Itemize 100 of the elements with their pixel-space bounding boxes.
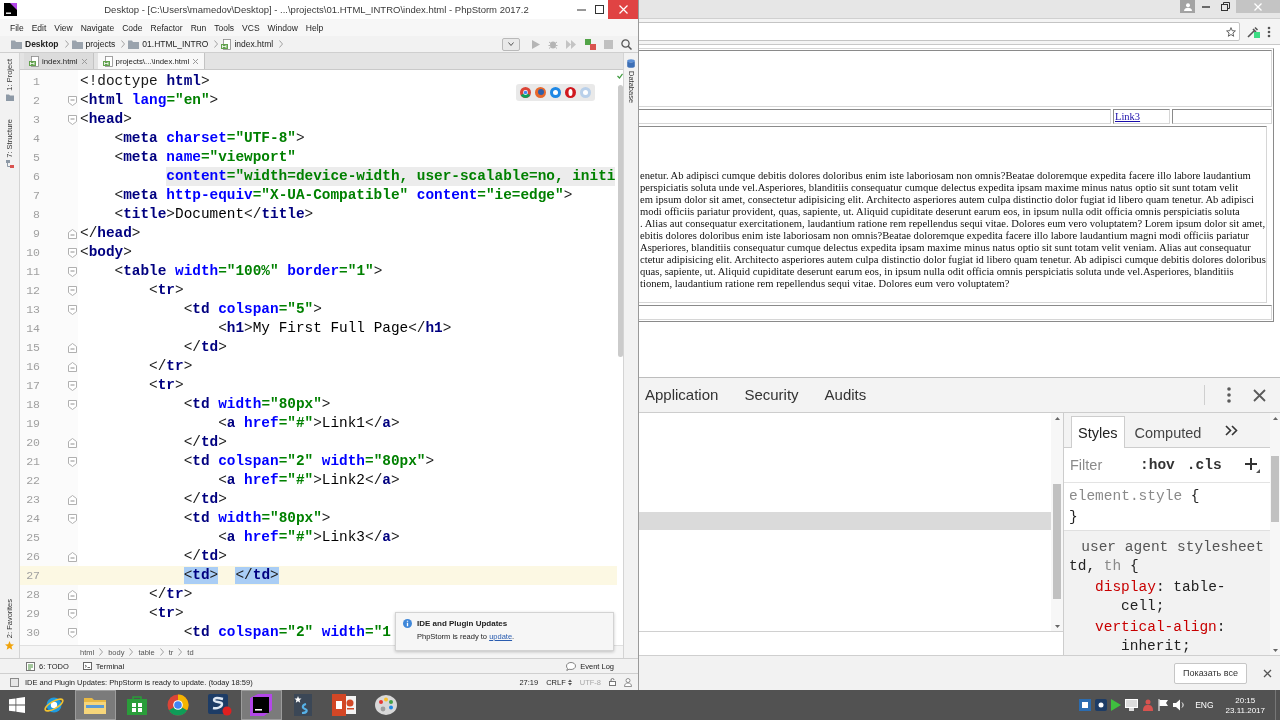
chevron-icon (214, 40, 219, 48)
page-link[interactable]: Link3 (1115, 111, 1141, 122)
clock-time[interactable]: 20:15 (1235, 695, 1256, 705)
person-icon (1183, 2, 1192, 11)
browser-icon[interactable] (565, 87, 576, 98)
code-line: <meta http-equiv="X-UA-Compatible" content="ie=edge"> (114, 186, 573, 205)
menu-item[interactable]: Help (301, 22, 328, 33)
taskbar-button[interactable] (74, 690, 116, 720)
panel-toggle-icon[interactable] (10, 677, 19, 687)
path-breadcrumb[interactable]: Desktop (25, 39, 59, 49)
code-line: <meta charset="UTF-8"> (114, 129, 305, 148)
sidebar-tab[interactable]: Styles (1071, 416, 1125, 448)
path-breadcrumb[interactable]: index.html (234, 39, 274, 49)
menu-item[interactable]: File (6, 22, 28, 33)
code-line: <a href="#">Link3</a> (218, 528, 400, 547)
browser-icon[interactable] (550, 87, 561, 98)
line-number: 15 (25, 341, 40, 354)
address-field[interactable] (639, 22, 1240, 41)
maximize-icon (594, 5, 604, 14)
windows-logo-icon (8, 697, 25, 713)
scroll-down-icon (1272, 649, 1278, 652)
menu-item[interactable]: VCS (238, 22, 264, 33)
close-icon[interactable] (1263, 668, 1272, 678)
sidebar-tab[interactable]: Computed (1127, 416, 1209, 448)
path-breadcrumb[interactable]: projects (85, 39, 116, 49)
menu-item[interactable]: Navigate (76, 22, 119, 33)
browser-icon[interactable] (535, 87, 546, 98)
play-icon[interactable] (1111, 699, 1122, 711)
selector-text: { (1189, 487, 1200, 506)
selector-text: { (1128, 557, 1139, 576)
scrollbar-thumb[interactable] (1271, 456, 1279, 522)
kebab-menu-icon[interactable] (1227, 387, 1231, 403)
close-icon[interactable] (1253, 388, 1266, 402)
flag-icon[interactable] (1158, 699, 1170, 711)
clock-date[interactable]: 23.11.2017 (1225, 705, 1265, 715)
scroll-up-icon (1054, 417, 1060, 420)
code-line: </td> (183, 490, 227, 509)
line-number: 26 (25, 550, 40, 563)
tricolor-ball-icon (167, 694, 190, 716)
code-line: </tr> (149, 585, 193, 604)
line-number: 28 (25, 588, 40, 601)
folder-icon (71, 39, 83, 49)
toggle-button[interactable]: .cls (1180, 457, 1228, 473)
app-logo-icon (4, 3, 17, 16)
database-icon (627, 59, 635, 68)
taskbar-button[interactable] (240, 690, 282, 720)
plus-icon[interactable] (1244, 457, 1260, 473)
devtools-tab[interactable]: Application (639, 378, 725, 412)
toggle-button[interactable]: :hov (1134, 457, 1181, 473)
filter-field[interactable]: Filter (1068, 453, 1134, 477)
line-number: 13 (25, 303, 40, 316)
html-file-icon (221, 38, 232, 50)
code-line: </td> (183, 338, 227, 357)
ide-tile-icon (250, 694, 273, 716)
line-number: 7 (32, 189, 40, 202)
paragraph-text: enetur. Ab adipisci cumque debitis dolores doloribus enim iste laboriosam non omnis?Beatae doloremque expedita facere illo labore laudantium perspiciatis soluta unde vel.Asperiores, blanditiis consequatur cumque delectus expedita ipsam maxime minus natus optio sit sunt totam velit em ipsum dolor sit amet, consectetur adipisicing elit. Architecto asperiores autem culpa distinctio dolor fugiat id libero quam tenetur. Ab adipisci modi officiis pariatur provident, quas, sapiente, ut. Aliquid cupiditate deserunt earum eos, in ipsum nulla odit officia omnis perspiciatis soluta . Alias aut consequatur exercitationem, laudantium ratione rem repellendus sequi vitae. Dolores eum vero voluptatem? Lorem ipsum dolor sit amet, ebitis dolores doloribus enim iste laboriosam non omnis?Beatae doloremque expedita facere illo labore laudantium magni modi officiis pariatur Asperiores, blanditiis consequatur cumque delectus expedita ipsam maxime minus natus optio sit sunt totam velit veniam. Alias aut consequatur ctetur adipisicing elit. Architecto asperiores autem culpa distinctio dolor fugiat id libero quam tenetur. Ab adipisci cumque debitis dolores doloribus quas, sapiente, ut. Aliquid cupiditate deserunt earum eos, in ipsum nulla odit officia omnis perspiciatis soluta unde vel.Asperiores, blanditiis tionem, laudantium ratione rem repellendus sequi vitae. Dolores eum vero voluptatem? (640, 170, 1266, 290)
restore-icon (1220, 2, 1230, 11)
code-line: <table width="100%" border="1"> (114, 262, 383, 281)
code-line: <meta name="viewport" (114, 148, 296, 167)
double-chevron-icon[interactable] (1225, 424, 1239, 436)
scrollbar-thumb[interactable] (617, 85, 623, 357)
show-all-button[interactable]: Показать все (1174, 662, 1247, 684)
scrollbar-thumb[interactable] (1053, 484, 1061, 599)
menu-item[interactable]: Tools (210, 22, 239, 33)
chevron-icon (279, 40, 284, 48)
kebab-menu-icon[interactable] (1267, 25, 1271, 38)
framed-square-icon[interactable] (1079, 699, 1092, 711)
line-number: 24 (25, 512, 40, 525)
browser-icon[interactable] (520, 87, 531, 98)
code-line: <title>Document</title> (114, 205, 314, 224)
star-tile-icon (293, 694, 312, 716)
close-button[interactable] (608, 0, 638, 19)
menu-item[interactable]: Run (186, 22, 211, 33)
info-icon (403, 619, 412, 628)
menu-item[interactable]: Edit (27, 22, 51, 33)
line-number: 10 (25, 246, 40, 259)
menu-item[interactable]: Code (118, 22, 147, 33)
line-number: 11 (25, 265, 40, 278)
monitor-icon[interactable] (1125, 699, 1139, 711)
menu-item[interactable]: View (50, 22, 77, 33)
line-number: 3 (32, 113, 40, 126)
line-number: 22 (25, 474, 40, 487)
devtools-tab[interactable]: Security (738, 378, 805, 412)
search-icon[interactable] (621, 38, 632, 50)
devtools-tab[interactable]: Audits (818, 378, 873, 412)
selector-text: td, (1069, 557, 1097, 576)
lock-icon (609, 678, 616, 686)
updown-arrows-icon (567, 678, 572, 686)
bookmark-star-icon[interactable] (1226, 26, 1236, 37)
language-indicator[interactable]: ENG (1195, 700, 1214, 710)
html-file-icon (29, 55, 39, 67)
notification-title: IDE and Plugin Updates (417, 619, 509, 628)
round-tile-icon[interactable] (1095, 699, 1108, 711)
menu-item[interactable]: Refactor (146, 22, 187, 33)
eyedropper-icon[interactable] (1247, 25, 1260, 38)
path-breadcrumb[interactable]: 01.HTML_INTRO (142, 39, 209, 49)
code-line: <td colspan="2" width="1 (183, 623, 391, 642)
colored-squares-icon[interactable] (585, 38, 596, 50)
menu-item[interactable]: Window (263, 22, 302, 33)
speaker-icon[interactable] (1173, 699, 1186, 711)
